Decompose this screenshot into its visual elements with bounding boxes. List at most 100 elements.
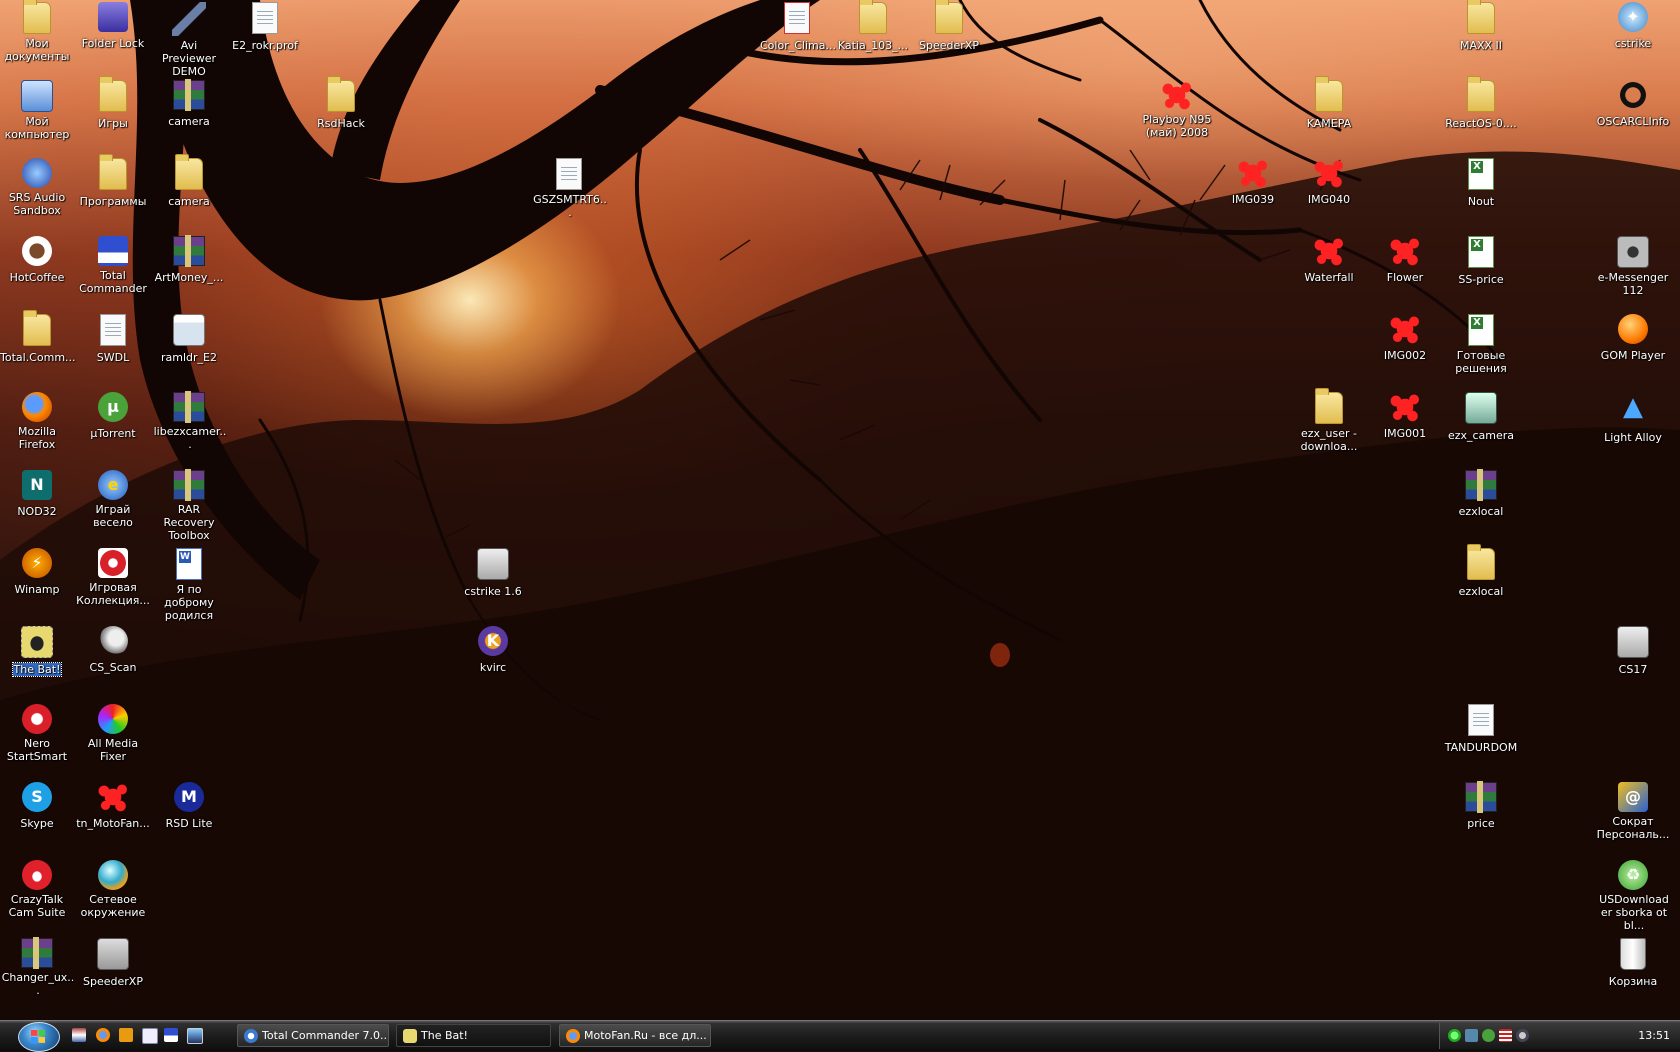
desktop-icon-kvirc[interactable]: Kkvirc: [455, 626, 531, 675]
desktop-icon-nout[interactable]: Nout: [1443, 158, 1519, 209]
desktop-icon-srs-audio-sandbox[interactable]: SRS Audio Sandbox: [0, 158, 75, 218]
desktop-icon-ezxlocal-archive[interactable]: ezxlocal: [1443, 469, 1519, 519]
desktop-icon-usdownloader[interactable]: ♻ USDownloader sborka ot bl...: [1595, 860, 1671, 933]
taskbar-button-motofan[interactable]: MotoFan.Ru - все дл...: [559, 1024, 711, 1047]
archive-icon: [173, 391, 205, 423]
system-tray: 13:51: [1439, 1023, 1680, 1049]
desktop-icon-cs-scan[interactable]: CS_Scan: [75, 626, 151, 675]
desktop-icon-total-comm-folder[interactable]: Total.Comm...: [0, 310, 76, 365]
desktop-icon-tn-motofan[interactable]: tn_MotoFan...: [75, 782, 151, 831]
desktop-icon-camera-archive[interactable]: camera: [151, 79, 227, 129]
desktop-icon-color-climate[interactable]: Color_Clima...: [759, 2, 836, 53]
desktop-icon-ya-po-dobromu[interactable]: Я по доброму родился: [151, 548, 227, 623]
desktop-icon-skype[interactable]: S Skype: [0, 782, 75, 831]
network-icon[interactable]: [1465, 1029, 1478, 1042]
desktop-icon-light-alloy[interactable]: ▲ Light Alloy: [1595, 392, 1671, 445]
desktop-icon-changer[interactable]: Changer_ux...: [0, 937, 75, 998]
desktop-icon-cstrike[interactable]: ✦ cstrike: [1595, 2, 1671, 51]
desktop-icon-programs-folder[interactable]: Программы: [75, 154, 151, 209]
desktop-icon-katia[interactable]: Katia_103_...: [835, 0, 911, 53]
notepad-icon[interactable]: [142, 1028, 158, 1044]
desktop-icon-igrai-veselo[interactable]: e Играй весело: [75, 470, 151, 530]
desktop-icon-avi-previewer[interactable]: Avi Previewer DEMO: [151, 2, 227, 79]
desktop-icon-folder-lock[interactable]: Folder Lock: [75, 2, 151, 51]
desktop-icon-rar-recovery[interactable]: RAR Recovery Toolbox: [151, 469, 227, 543]
desktop-icon-all-media-fixer[interactable]: All Media Fixer: [75, 704, 151, 764]
desktop-icon-crazytalk[interactable]: CrazyTalk Cam Suite: [0, 860, 75, 920]
desktop-icon-gszsmtrt6[interactable]: GSZSMTRT6...: [531, 158, 607, 220]
desktop-icon-artmoney[interactable]: ArtMoney_...: [151, 235, 227, 285]
desktop-icon-e-messenger[interactable]: e-Messenger 112: [1595, 236, 1671, 298]
desktop-icon-speederxp[interactable]: SpeederXP: [75, 938, 151, 989]
clock[interactable]: 13:51: [1638, 1023, 1670, 1049]
satellite-icon: [98, 626, 128, 656]
desktop-icon-oscarclinfo[interactable]: OSCARCLInfo: [1595, 80, 1671, 129]
desktop-icon-my-documents[interactable]: Мои документы: [0, 0, 75, 64]
start-button[interactable]: [18, 1022, 60, 1052]
desktop-icon-the-bat[interactable]: The Bat!: [0, 626, 75, 677]
desktop-icon-mozilla-firefox[interactable]: Mozilla Firefox: [0, 392, 75, 452]
desktop-icon-img002[interactable]: IMG002: [1367, 314, 1443, 363]
cstrike-icon: ✦: [1618, 2, 1648, 32]
desktop-icon-tandurdom[interactable]: TANDURDOM: [1443, 704, 1519, 755]
desktop-icon-kamepa[interactable]: KAMEPA: [1291, 76, 1367, 131]
speaker-icon[interactable]: [1516, 1029, 1529, 1042]
firefox-icon[interactable]: [96, 1028, 110, 1042]
folder-lock-icon: [98, 2, 128, 32]
language-us-icon[interactable]: [1499, 1029, 1512, 1042]
desktop-icon-ezx-user[interactable]: ezx_user - downloa...: [1291, 388, 1367, 454]
nero-icon: [22, 704, 52, 734]
camera-icon: [1617, 236, 1649, 268]
desktop-icon-winamp[interactable]: ⚡ Winamp: [0, 548, 75, 597]
desktop-icon-rsd-lite[interactable]: M RSD Lite: [151, 782, 227, 831]
desktop-icon-my-computer[interactable]: Мой компьютер: [0, 80, 75, 142]
taskbar-button-total-commander[interactable]: Total Commander 7.0...: [237, 1024, 389, 1047]
desktop-icon-ezxlocal-folder[interactable]: ezxlocal: [1443, 544, 1519, 599]
desktop-icon-ramldr[interactable]: ramldr_E2: [151, 314, 227, 365]
desktop-icon-speederxp-folder[interactable]: SpeederXP: [911, 0, 987, 53]
desktop-icon-img040[interactable]: IMG040: [1291, 158, 1367, 207]
rar-icon[interactable]: [72, 1028, 86, 1042]
excel-icon: [1468, 158, 1494, 190]
desktop-icon-cs17[interactable]: CS17: [1595, 626, 1671, 677]
computer-icon: [21, 80, 53, 112]
desktop-icon-reactos[interactable]: ReactOS-0....: [1443, 76, 1519, 131]
desktop-icon-nero-startsmart[interactable]: Nero StartSmart: [0, 704, 75, 764]
desktop-icon-network-places[interactable]: Сетевое окружение: [75, 860, 151, 920]
desktop-icon-img001[interactable]: IMG001: [1367, 392, 1443, 441]
winamp-icon: ⚡: [22, 548, 52, 578]
clover-icon[interactable]: [1448, 1029, 1461, 1042]
desktop-icon-libezxcamera[interactable]: libezxcamer...: [151, 391, 227, 452]
desktop-icon-e2-rokr-prof[interactable]: E2_rokr.prof: [227, 2, 303, 53]
desktop-icon-swdl[interactable]: SWDL: [75, 314, 151, 365]
desktop-icon-recycle-bin[interactable]: Корзина: [1595, 938, 1671, 989]
floppy-icon[interactable]: [164, 1028, 178, 1042]
folder-icon: [1467, 0, 1495, 34]
desktop-icon-games-folder[interactable]: Игры: [75, 76, 151, 131]
winamp-icon[interactable]: [119, 1028, 133, 1042]
desktop-icon-game-collection[interactable]: Игровая Коллекция...: [75, 548, 151, 608]
desktop-icon-utorrent[interactable]: µ µTorrent: [75, 392, 151, 441]
desktop-icon-maxx-ii[interactable]: MAXX II: [1443, 0, 1519, 53]
desktop-icon-camera-folder[interactable]: camera: [151, 154, 227, 209]
splat-image-icon: [98, 782, 128, 812]
desktop-icon-flower[interactable]: Flower: [1367, 236, 1443, 285]
desktop-icon-waterfall[interactable]: Waterfall: [1291, 236, 1367, 285]
desktop-icon-nod32[interactable]: N NOD32: [0, 470, 75, 519]
desktop-icon-total-commander[interactable]: Total Commander: [75, 236, 151, 296]
utorrent-icon[interactable]: [1482, 1029, 1495, 1042]
desktop-icon-img039[interactable]: IMG039: [1215, 158, 1291, 207]
desktop-icon-rsdhack[interactable]: RsdHack: [303, 76, 379, 131]
desktop-icon-gotovye-resheniya[interactable]: Готовые решения: [1443, 314, 1519, 376]
desktop-icon-sokrat[interactable]: @ Сократ Персональ...: [1595, 782, 1671, 842]
desktop-icon-cstrike-16[interactable]: cstrike 1.6: [455, 548, 531, 599]
desktop-icon-price[interactable]: price: [1443, 781, 1519, 831]
light-alloy-icon: ▲: [1623, 392, 1643, 422]
desktop-icon-gom-player[interactable]: GOM Player: [1595, 314, 1671, 363]
desktop-icon[interactable]: [187, 1028, 203, 1044]
desktop-icon-playboy-n95[interactable]: Playboy N95 (май) 2008: [1139, 80, 1215, 140]
desktop-icon-ss-price[interactable]: SS-price: [1443, 236, 1519, 287]
desktop-icon-ezx-camera[interactable]: ezx_camera: [1443, 392, 1519, 443]
desktop-icon-hotcoffee[interactable]: HotCoffee: [0, 236, 75, 285]
taskbar-button-the-bat[interactable]: The Bat!: [396, 1024, 551, 1047]
